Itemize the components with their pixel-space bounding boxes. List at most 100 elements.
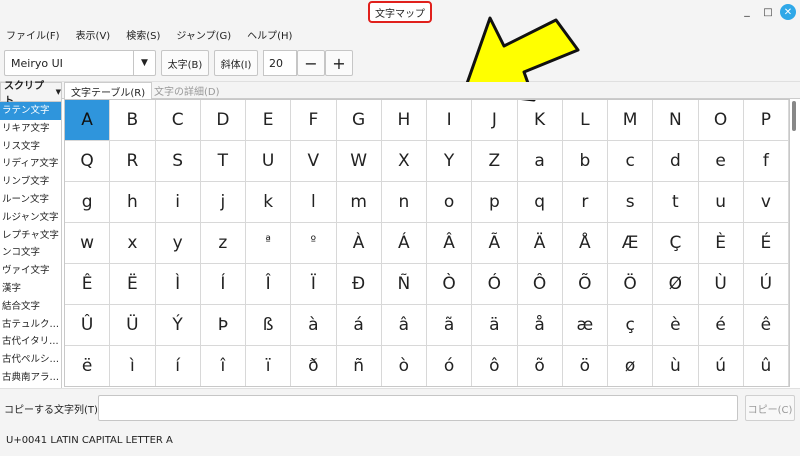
script-item[interactable]: 古典南アラ… <box>0 369 61 387</box>
character-cell[interactable]: R <box>110 141 156 182</box>
character-cell[interactable]: Í <box>200 264 246 305</box>
character-cell[interactable]: æ <box>562 305 608 346</box>
character-cell[interactable]: c <box>608 141 654 182</box>
character-cell[interactable]: Ç <box>653 223 699 264</box>
character-cell[interactable]: o <box>427 182 473 223</box>
character-cell[interactable]: v <box>743 182 789 223</box>
character-cell[interactable]: ì <box>110 346 156 386</box>
character-cell[interactable]: ú <box>699 346 744 386</box>
menu-view[interactable]: 表示(V) <box>74 26 113 43</box>
script-item[interactable]: 結合文字 <box>0 298 61 316</box>
character-cell[interactable]: é <box>698 305 744 346</box>
character-cell[interactable]: å <box>517 305 563 346</box>
character-cell[interactable]: ã <box>427 305 473 346</box>
character-cell[interactable]: Î <box>246 264 292 305</box>
character-cell[interactable]: Æ <box>608 223 654 264</box>
character-cell[interactable]: ß <box>246 305 292 346</box>
character-cell[interactable]: Â <box>427 223 473 264</box>
character-cell[interactable]: í <box>156 346 201 386</box>
character-cell[interactable]: O <box>698 100 744 141</box>
character-cell[interactable]: N <box>653 100 699 141</box>
script-item[interactable]: 古代イタリ… <box>0 333 61 351</box>
character-cell[interactable]: e <box>698 141 744 182</box>
character-cell[interactable]: ï <box>246 346 292 386</box>
character-cell[interactable]: Þ <box>200 305 246 346</box>
italic-button[interactable]: 斜体(I) <box>214 50 258 76</box>
script-item[interactable]: 古代ペルシ… <box>0 351 61 369</box>
script-item[interactable]: リンブ文字 <box>0 173 61 191</box>
character-cell[interactable]: t <box>653 182 699 223</box>
character-cell[interactable]: g <box>65 182 111 223</box>
script-item[interactable]: 漢字 <box>0 280 61 298</box>
character-cell[interactable]: Ú <box>743 264 789 305</box>
character-cell[interactable]: C <box>155 100 201 141</box>
character-cell[interactable]: ù <box>653 346 699 386</box>
menu-search[interactable]: 検索(S) <box>124 26 162 43</box>
increase-size-button[interactable]: + <box>325 50 353 76</box>
character-cell[interactable]: F <box>291 100 337 141</box>
character-cell[interactable]: T <box>200 141 246 182</box>
character-cell[interactable]: J <box>472 100 518 141</box>
character-cell[interactable]: ø <box>608 346 654 386</box>
character-cell[interactable]: ó <box>427 346 473 386</box>
character-cell[interactable]: Ã <box>472 223 518 264</box>
character-cell[interactable]: W <box>336 141 382 182</box>
character-cell[interactable]: Ñ <box>381 264 427 305</box>
character-cell[interactable]: ð <box>291 346 337 386</box>
character-cell[interactable]: I <box>427 100 473 141</box>
character-cell[interactable]: Ù <box>698 264 744 305</box>
decrease-size-button[interactable]: − <box>297 50 325 76</box>
character-cell[interactable]: ê <box>743 305 789 346</box>
maximize-icon[interactable]: □ <box>760 4 776 20</box>
character-cell[interactable]: ñ <box>337 346 382 386</box>
character-cell[interactable]: Ø <box>653 264 699 305</box>
script-item[interactable]: リディア文字 <box>0 155 61 173</box>
character-cell[interactable]: Ð <box>336 264 382 305</box>
character-cell[interactable]: Z <box>472 141 518 182</box>
character-cell[interactable]: ª <box>246 223 292 264</box>
character-cell[interactable]: Ü <box>110 305 156 346</box>
bold-button[interactable]: 太字(B) <box>161 50 209 76</box>
tab-character-table[interactable]: 文字テーブル(R) <box>64 82 153 99</box>
script-item[interactable]: リキア文字 <box>0 120 61 138</box>
character-cell[interactable]: s <box>608 182 654 223</box>
character-cell[interactable]: Û <box>65 305 111 346</box>
character-cell[interactable]: Ô <box>517 264 563 305</box>
character-cell[interactable]: ô <box>472 346 518 386</box>
character-cell[interactable]: Ó <box>472 264 518 305</box>
character-cell[interactable]: n <box>381 182 427 223</box>
character-cell[interactable]: j <box>200 182 246 223</box>
character-cell[interactable]: w <box>65 223 111 264</box>
script-list-header[interactable]: スクリプト ▼ <box>0 81 62 107</box>
character-cell[interactable]: Ò <box>427 264 473 305</box>
character-cell[interactable]: p <box>472 182 518 223</box>
character-cell[interactable]: Ì <box>155 264 201 305</box>
menu-file[interactable]: ファイル(F) <box>4 26 62 43</box>
script-item[interactable]: ンコ文字 <box>0 244 61 262</box>
character-cell[interactable]: d <box>653 141 699 182</box>
character-cell[interactable]: z <box>200 223 246 264</box>
character-cell[interactable]: x <box>110 223 156 264</box>
character-cell[interactable]: H <box>381 100 427 141</box>
character-cell[interactable]: A <box>65 100 111 141</box>
script-item[interactable]: ヴァイ文字 <box>0 262 61 280</box>
character-cell[interactable]: P <box>743 100 789 141</box>
script-item-latin[interactable]: ラテン文字 <box>0 102 61 120</box>
character-cell[interactable]: h <box>110 182 156 223</box>
character-cell[interactable]: k <box>246 182 292 223</box>
character-cell[interactable]: ë <box>65 346 111 386</box>
copy-text-input[interactable] <box>98 395 738 421</box>
character-cell[interactable]: Ö <box>608 264 654 305</box>
character-cell[interactable]: î <box>201 346 246 386</box>
chevron-down-icon[interactable]: ▼ <box>133 51 155 75</box>
character-cell[interactable]: f <box>743 141 789 182</box>
character-cell[interactable]: S <box>155 141 201 182</box>
character-cell[interactable]: q <box>517 182 563 223</box>
character-cell[interactable]: X <box>381 141 427 182</box>
minimize-icon[interactable]: _ <box>739 2 755 18</box>
character-cell[interactable]: á <box>336 305 382 346</box>
character-cell[interactable]: G <box>336 100 382 141</box>
character-cell[interactable]: B <box>110 100 156 141</box>
character-cell[interactable]: ç <box>608 305 654 346</box>
character-cell[interactable]: r <box>562 182 608 223</box>
